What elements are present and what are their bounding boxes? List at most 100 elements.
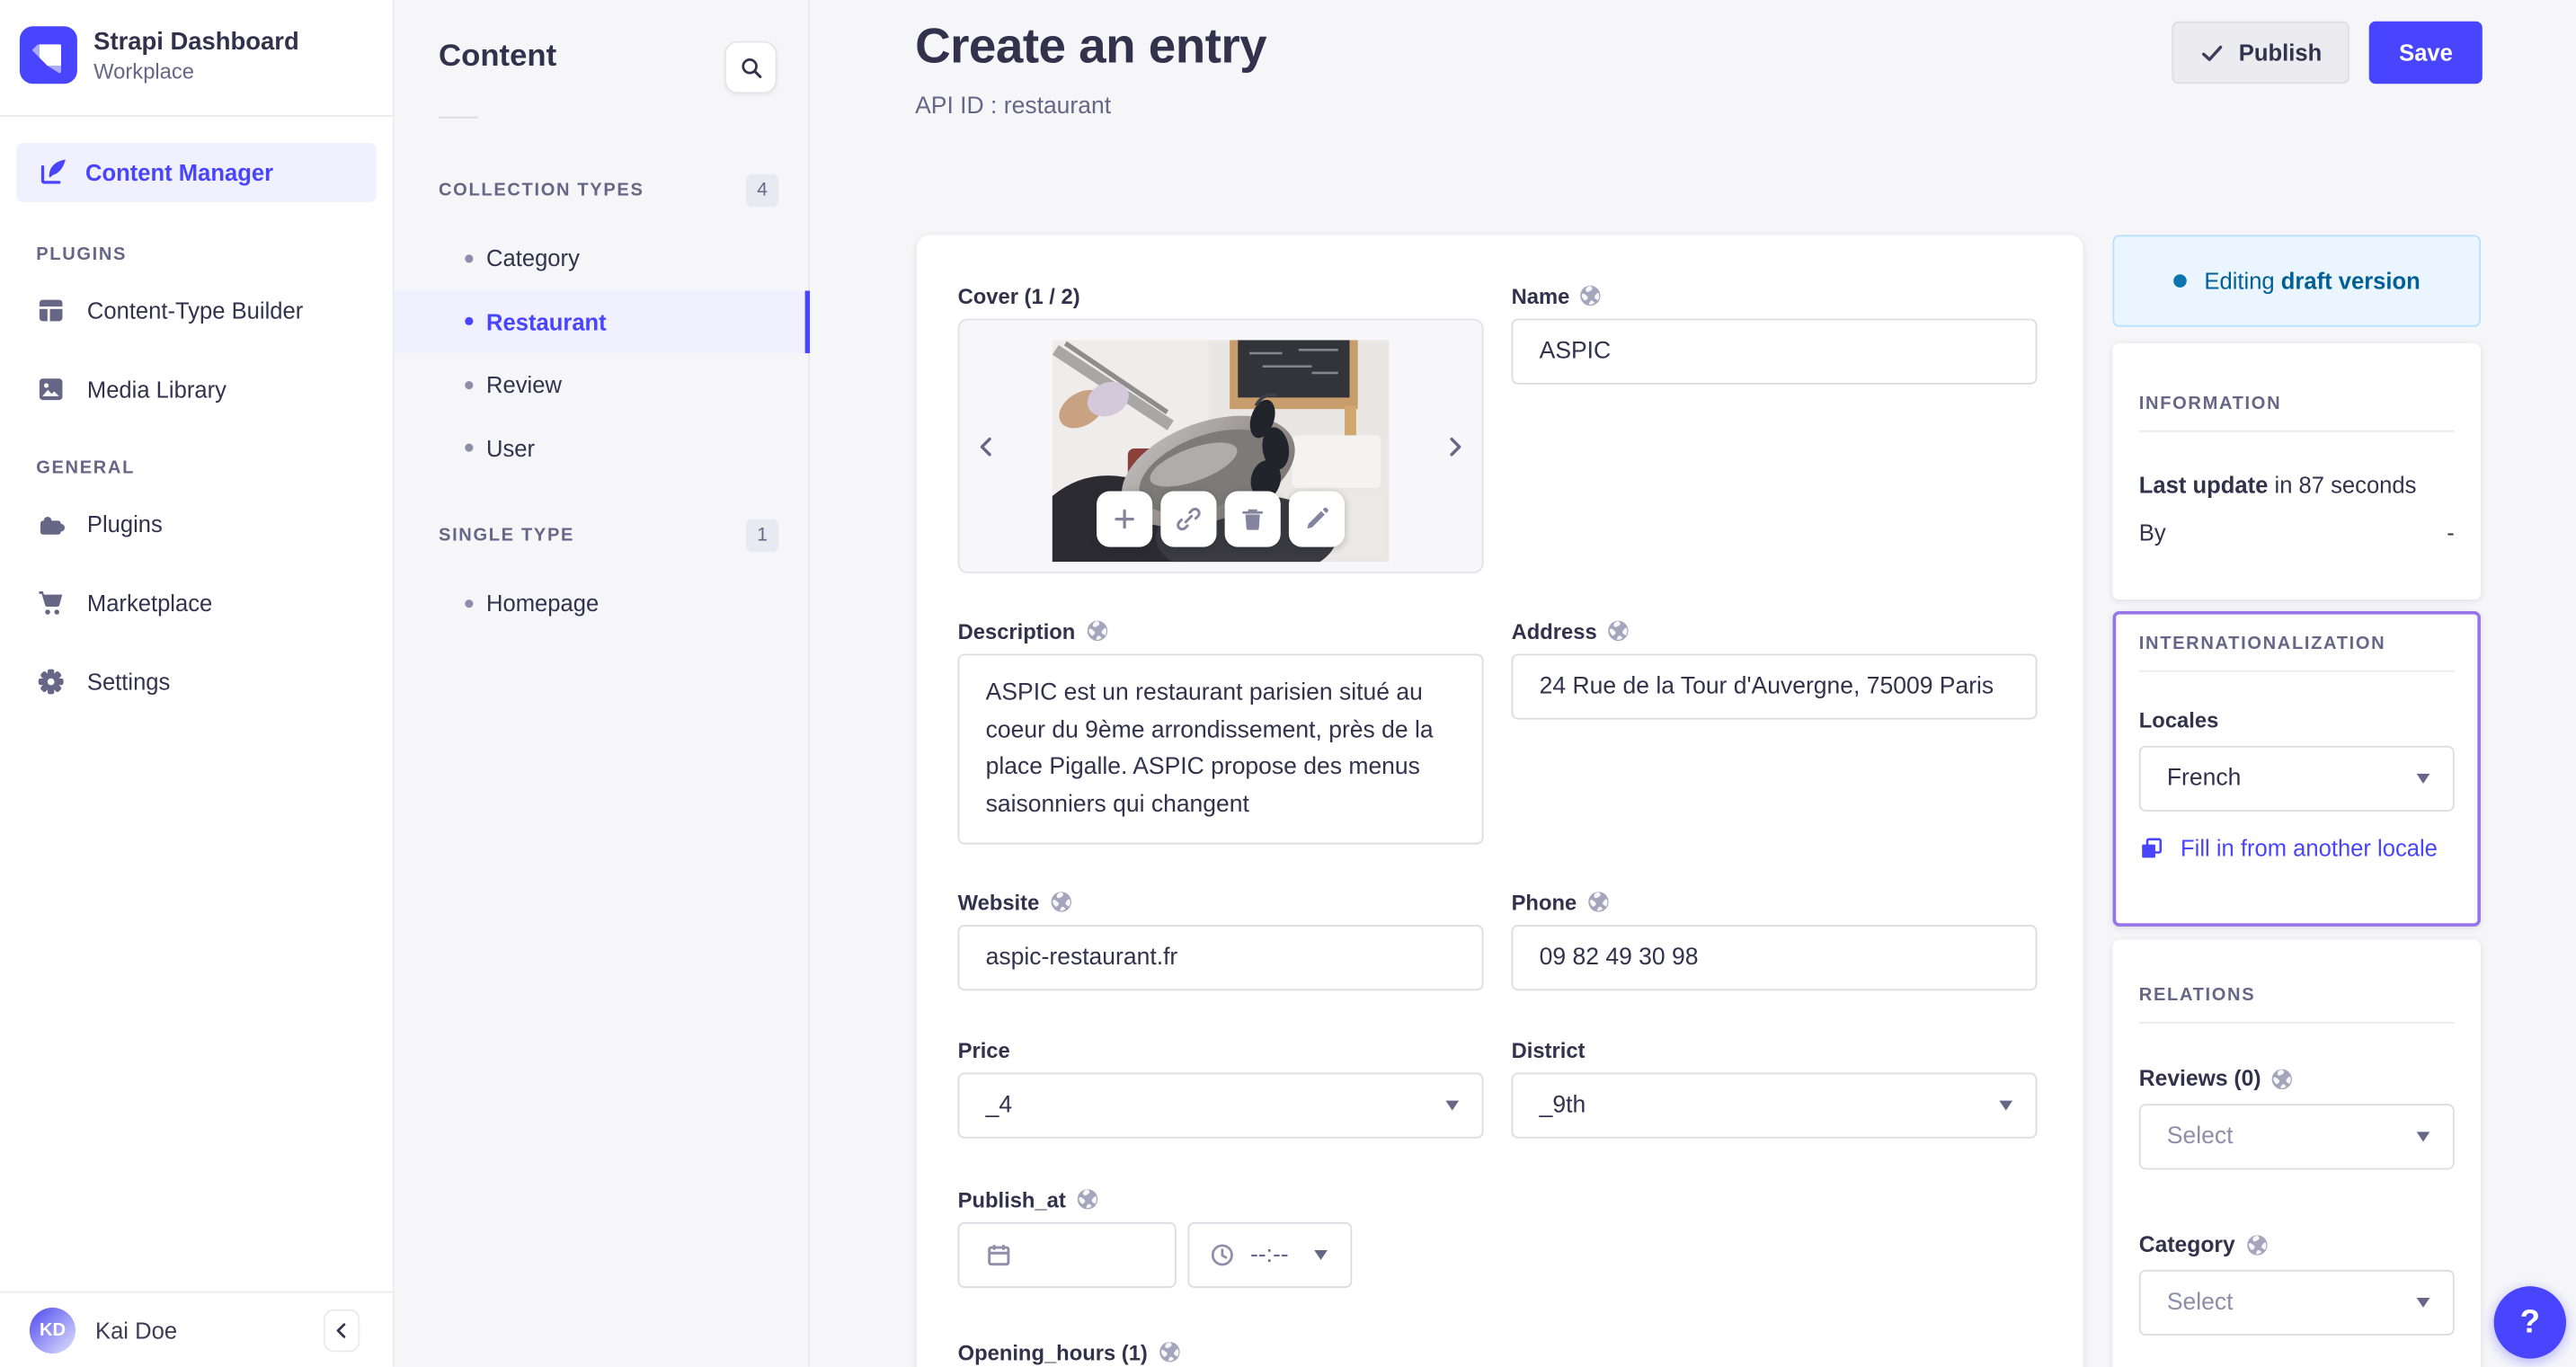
name-input[interactable]: ASPIC bbox=[1511, 318, 2038, 385]
main-content: Create an entry API ID : restaurant Publ… bbox=[810, 0, 2576, 1367]
publish-button[interactable]: Publish bbox=[2171, 21, 2350, 84]
price-field-label: Price bbox=[957, 1037, 1010, 1062]
sidebar-item-content-manager[interactable]: Content Manager bbox=[16, 143, 377, 202]
entry-form-panel: Cover (1 / 2) Name ASPIC Description ASP… bbox=[916, 235, 2083, 1367]
reviews-relation-select[interactable]: Select bbox=[2138, 1104, 2455, 1170]
opening-hours-field: Opening_hours (1) bbox=[958, 1339, 1484, 1367]
district-field-label: District bbox=[1511, 1037, 1586, 1062]
divider bbox=[2138, 1021, 2455, 1024]
address-input[interactable]: 24 Rue de la Tour d'Auvergne, 75009 Pari… bbox=[1511, 653, 2038, 720]
draft-status-text: Editing draft version bbox=[2204, 267, 2421, 295]
sidebar-item-content-type-builder[interactable]: Content-Type Builder bbox=[0, 271, 393, 351]
chevron-left-icon bbox=[332, 1320, 351, 1340]
district-select[interactable]: _9th bbox=[1511, 1072, 2038, 1139]
pencil-icon bbox=[1303, 506, 1329, 532]
address-field-label: Address bbox=[1511, 618, 1597, 644]
entry-sidebar: Editing draft version INFORMATION Last u… bbox=[2112, 235, 2481, 1367]
relations-title: RELATIONS bbox=[2138, 985, 2256, 1006]
puzzle-icon bbox=[36, 510, 66, 539]
workspace-header[interactable]: Strapi Dashboard Workplace bbox=[0, 0, 393, 117]
category-relation-placeholder: Select bbox=[2166, 1289, 2234, 1317]
fill-from-locale-link[interactable]: Fill in from another locale bbox=[2163, 833, 2455, 865]
cover-carousel bbox=[957, 318, 1484, 573]
sidebar-item-plugins[interactable]: Plugins bbox=[0, 484, 393, 564]
locale-select[interactable]: French bbox=[2138, 745, 2455, 812]
globe-icon bbox=[2245, 1233, 2269, 1256]
phone-input[interactable]: 09 82 49 30 98 bbox=[1511, 925, 2038, 991]
collection-item-label: Restaurant bbox=[486, 308, 607, 335]
district-field: District _9th bbox=[1511, 1036, 2038, 1139]
category-relation-select[interactable]: Select bbox=[2138, 1269, 2455, 1336]
sidebar-item-settings[interactable]: Settings bbox=[0, 643, 393, 722]
single-type-count-badge: 1 bbox=[745, 519, 779, 553]
single-type-item-label: Homepage bbox=[486, 590, 600, 617]
information-title: INFORMATION bbox=[2138, 394, 2282, 414]
question-mark-icon: ? bbox=[2519, 1303, 2540, 1340]
delete-asset-button[interactable] bbox=[1224, 491, 1281, 547]
price-select-value: _4 bbox=[985, 1092, 1013, 1119]
cover-actions bbox=[1097, 491, 1346, 547]
chevron-down-icon bbox=[1445, 1100, 1460, 1111]
strapi-dashboard: Strapi Dashboard Workplace Content Manag… bbox=[0, 0, 2576, 1367]
gear-icon bbox=[36, 667, 66, 697]
cover-field-label: Cover (1 / 2) bbox=[957, 283, 1080, 308]
description-textarea[interactable]: ASPIC est un restaurant parisien situé a… bbox=[957, 653, 1484, 845]
bullet-icon bbox=[465, 317, 474, 326]
globe-icon bbox=[1586, 891, 1610, 914]
publish-at-date-input[interactable] bbox=[957, 1221, 1177, 1288]
edit-asset-button[interactable] bbox=[1288, 491, 1346, 547]
bullet-icon bbox=[465, 443, 474, 453]
chevron-down-icon bbox=[2416, 1132, 2430, 1142]
chevron-down-icon bbox=[1314, 1249, 1328, 1260]
collection-item-review[interactable]: Review bbox=[395, 353, 809, 416]
avatar[interactable]: KD bbox=[29, 1307, 76, 1354]
locale-select-value: French bbox=[2166, 765, 2242, 792]
publish-at-time-input[interactable]: --:-- bbox=[1187, 1221, 1353, 1288]
collection-item-restaurant[interactable]: Restaurant bbox=[394, 289, 811, 353]
check-icon bbox=[2199, 40, 2224, 65]
address-field: Address 24 Rue de la Tour d'Auvergne, 75… bbox=[1511, 617, 2038, 844]
carousel-next-icon[interactable] bbox=[1443, 434, 1467, 458]
single-type-item-homepage[interactable]: Homepage bbox=[395, 572, 809, 635]
sidebar-item-label: Plugins bbox=[86, 510, 163, 537]
collection-item-category[interactable]: Category bbox=[395, 226, 809, 289]
carousel-previous-icon[interactable] bbox=[974, 434, 999, 458]
globe-icon bbox=[1076, 1187, 1099, 1211]
page-title: Create an entry bbox=[915, 19, 1267, 75]
search-icon bbox=[739, 55, 763, 79]
sidebar-item-label: Content-Type Builder bbox=[86, 297, 304, 324]
user-name: Kai Doe bbox=[95, 1316, 178, 1344]
phone-field: Phone 09 82 49 30 98 bbox=[1511, 889, 2038, 991]
divider bbox=[439, 116, 478, 119]
cover-field: Cover (1 / 2) bbox=[957, 282, 1484, 573]
save-button[interactable]: Save bbox=[2369, 21, 2483, 84]
globe-icon bbox=[1607, 619, 1630, 643]
category-relation-label: Category bbox=[2138, 1231, 2235, 1257]
general-section-label: GENERAL bbox=[36, 457, 136, 478]
sidebar-footer: KD Kai Doe bbox=[0, 1291, 393, 1367]
main-nav: Content Manager PLUGINS Content-Type Bui… bbox=[0, 117, 393, 722]
copy-link-button[interactable] bbox=[1160, 491, 1217, 547]
sidebar-item-media-library[interactable]: Media Library bbox=[0, 350, 393, 429]
chevron-down-icon bbox=[1999, 1100, 2013, 1111]
price-select[interactable]: _4 bbox=[957, 1072, 1484, 1139]
collection-item-user[interactable]: User bbox=[395, 416, 809, 479]
website-input[interactable]: aspic-restaurant.fr bbox=[957, 925, 1484, 991]
sidebar-item-label: Media Library bbox=[86, 376, 227, 403]
search-button[interactable] bbox=[724, 40, 777, 94]
api-id-subtitle: API ID : restaurant bbox=[915, 93, 1112, 120]
layout-icon bbox=[36, 296, 66, 325]
add-asset-button[interactable] bbox=[1097, 491, 1153, 547]
sidebar-item-marketplace[interactable]: Marketplace bbox=[0, 564, 393, 643]
collapse-sidebar-button[interactable] bbox=[324, 1308, 360, 1352]
publish-at-field-label: Publish_at bbox=[957, 1186, 1066, 1212]
website-field: Website aspic-restaurant.fr bbox=[957, 889, 1484, 991]
strapi-logo bbox=[19, 26, 77, 84]
copy-icon bbox=[2139, 837, 2163, 861]
publish-at-field: Publish_at --:-- bbox=[957, 1186, 1484, 1288]
help-button[interactable]: ? bbox=[2493, 1286, 2567, 1359]
feather-icon bbox=[38, 157, 67, 187]
chevron-down-icon bbox=[2416, 1297, 2430, 1308]
publish-button-label: Publish bbox=[2238, 39, 2323, 67]
collection-types-count-badge: 4 bbox=[745, 173, 779, 208]
